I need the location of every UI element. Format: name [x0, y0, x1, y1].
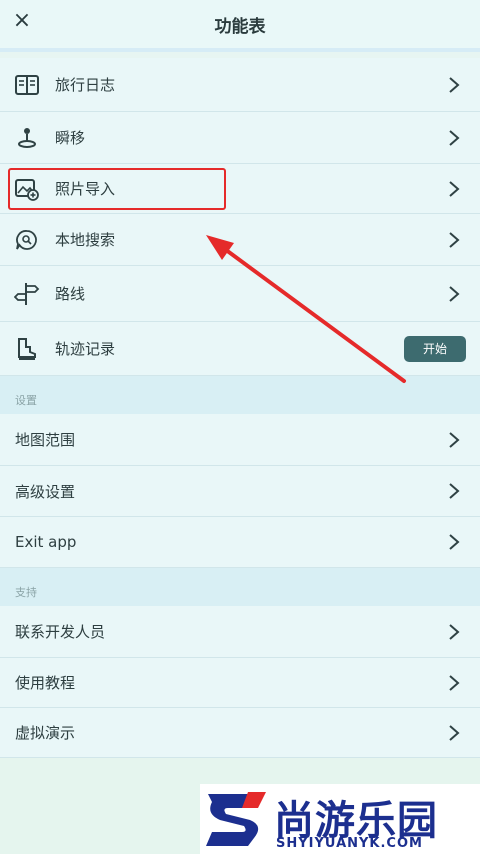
menu-item-label: 瞬移	[55, 129, 86, 147]
menu-item-route[interactable]: 路线	[0, 266, 480, 322]
menu-item-travel-journal[interactable]: 旅行日志	[0, 58, 480, 112]
signpost-icon	[13, 280, 41, 308]
header: × 功能表	[0, 0, 480, 52]
chevron-right-icon	[448, 674, 460, 691]
menu-item-map-range[interactable]: 地图范围	[0, 414, 480, 466]
chevron-right-icon	[448, 285, 460, 302]
chevron-right-icon	[448, 724, 460, 741]
chevron-right-icon	[448, 623, 460, 640]
menu-item-contact-developer[interactable]: 联系开发人员	[0, 606, 480, 658]
menu-item-label: 照片导入	[55, 180, 116, 198]
track-record-icon	[13, 335, 41, 363]
menu-item-teleport[interactable]: 瞬移	[0, 112, 480, 164]
teleport-icon	[13, 124, 41, 152]
menu-item-local-search[interactable]: 本地搜索	[0, 214, 480, 266]
menu-item-label: 联系开发人员	[15, 623, 106, 641]
chevron-right-icon	[448, 231, 460, 248]
chevron-right-icon	[448, 76, 460, 93]
chevron-right-icon	[448, 129, 460, 146]
menu-item-label: 旅行日志	[55, 76, 116, 94]
photo-import-icon	[13, 175, 41, 203]
section-title: 设置	[15, 394, 37, 407]
menu-item-label: 轨迹记录	[55, 340, 116, 358]
journal-icon	[13, 71, 41, 99]
menu-item-label: 本地搜索	[55, 231, 116, 249]
section-header-settings: 设置	[0, 376, 480, 414]
menu-item-label: 使用教程	[15, 674, 76, 692]
menu-item-exit-app[interactable]: Exit app	[0, 517, 480, 568]
watermark: 尚游乐园 SHYIYUANYK.COM	[200, 784, 480, 854]
menu-item-label: Exit app	[15, 533, 77, 551]
close-icon[interactable]: ×	[10, 8, 34, 33]
menu-item-label: 高级设置	[15, 482, 76, 501]
local-search-icon	[13, 226, 41, 254]
menu-item-photo-import[interactable]: 照片导入	[0, 164, 480, 214]
menu-item-advanced-settings[interactable]: 高级设置	[0, 466, 480, 517]
menu-item-tutorial[interactable]: 使用教程	[0, 658, 480, 708]
menu-item-label: 虚拟演示	[15, 724, 76, 742]
menu-item-label: 地图范围	[15, 431, 76, 449]
chevron-right-icon	[448, 483, 460, 499]
chevron-right-icon	[448, 534, 460, 550]
watermark-url: SHYIYUANYK.COM	[276, 836, 423, 851]
section-header-support: 支持	[0, 568, 480, 606]
section-title: 支持	[15, 586, 37, 599]
menu-item-virtual-demo[interactable]: 虚拟演示	[0, 708, 480, 758]
chevron-right-icon	[448, 431, 460, 448]
chevron-right-icon	[448, 180, 460, 197]
menu-item-track-record: 轨迹记录 开始	[0, 322, 480, 376]
watermark-logo-icon	[206, 792, 266, 846]
page-title: 功能表	[214, 16, 266, 37]
menu-item-label: 路线	[55, 285, 86, 303]
start-button[interactable]: 开始	[404, 335, 466, 362]
